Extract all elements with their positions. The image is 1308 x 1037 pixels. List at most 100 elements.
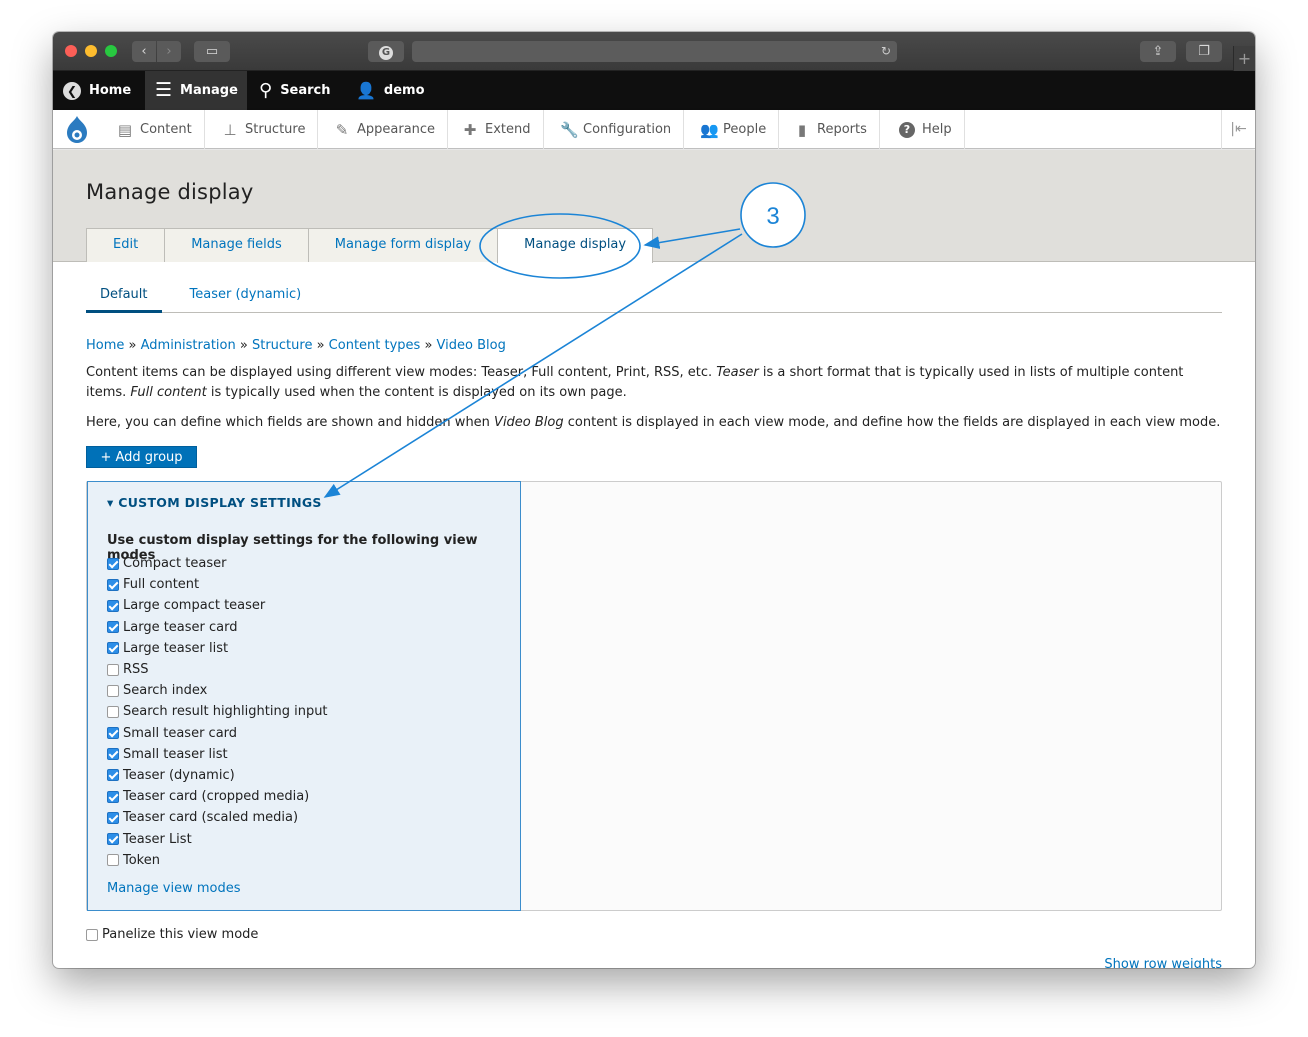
extension-button[interactable]: G	[368, 41, 404, 62]
tray-extend[interactable]: ✚ Extend	[450, 110, 544, 149]
list-item[interactable]: Teaser card (scaled media)	[107, 807, 328, 828]
chevron-left-icon: ‹	[141, 44, 147, 59]
checkbox[interactable]	[107, 642, 119, 655]
breadcrumb: Home » Administration » Structure » Cont…	[86, 338, 506, 353]
tray-appearance[interactable]: ✎ Appearance	[322, 110, 449, 149]
tray-structure[interactable]: ⊥ Structure	[210, 110, 319, 149]
show-row-weights-link[interactable]: Show row weights	[1104, 957, 1222, 968]
checkbox[interactable]	[107, 854, 119, 867]
checkbox[interactable]	[107, 557, 119, 570]
manage-view-modes-link[interactable]: Manage view modes	[107, 881, 240, 896]
tab-manage-fields[interactable]: Manage fields	[164, 228, 309, 262]
sidebar-icon: ▭	[205, 44, 219, 59]
wrench-icon: 🔧	[560, 120, 579, 139]
collapse-left-icon: |⇤	[1230, 121, 1247, 137]
browser-chrome: ‹ › ▭ G ↻ ⇪ ❐ +	[53, 32, 1255, 71]
page-header: Manage display Edit Manage fields Manage…	[53, 150, 1255, 263]
tab-overview-button[interactable]: ❐	[1186, 41, 1222, 62]
add-group-button[interactable]: + Add group	[86, 446, 197, 468]
breadcrumb-video-blog[interactable]: Video Blog	[437, 338, 506, 353]
list-item[interactable]: Large teaser list	[107, 638, 328, 659]
tray-orientation-toggle[interactable]: |⇤	[1221, 110, 1255, 149]
toolbar-user-label: demo	[383, 83, 425, 98]
admin-tray: ▤ Content ⊥ Structure ✎ Appearance ✚ Ext…	[53, 110, 1255, 149]
toolbar-home[interactable]: ❮ Home	[53, 71, 141, 110]
admin-toolbar: ❮ Home ☰ Manage ⚲ Search 👤 demo	[53, 71, 1255, 110]
window-maximize-button[interactable]	[105, 45, 117, 57]
drupal-logo-icon[interactable]	[61, 114, 93, 146]
checkbox[interactable]	[107, 705, 119, 718]
toolbar-search-label: Search	[280, 83, 331, 98]
tray-configuration[interactable]: 🔧 Configuration	[548, 110, 685, 149]
address-bar[interactable]: ↻	[412, 41, 897, 62]
tray-help[interactable]: ? Help	[887, 110, 965, 149]
window-minimize-button[interactable]	[85, 45, 97, 57]
forward-button[interactable]: ›	[157, 41, 181, 62]
toolbar-home-label: Home	[89, 83, 132, 98]
list-item[interactable]: Search index	[107, 680, 328, 701]
new-tab-button[interactable]: +	[1233, 46, 1255, 71]
checkbox[interactable]	[107, 621, 119, 634]
tab-manage-display[interactable]: Manage display	[497, 228, 654, 263]
toolbar-search[interactable]: ⚲ Search	[249, 71, 341, 110]
back-button[interactable]: ‹	[132, 41, 156, 62]
bar-chart-icon: ▮	[797, 120, 807, 139]
list-item[interactable]: Teaser List	[107, 828, 328, 849]
checkbox[interactable]	[107, 811, 119, 824]
breadcrumb-administration[interactable]: Administration	[141, 338, 236, 353]
tab-manage-form-display[interactable]: Manage form display	[307, 228, 499, 262]
reload-icon[interactable]: ↻	[881, 41, 891, 62]
panelize-option[interactable]: Panelize this view mode	[86, 927, 258, 942]
breadcrumb-content-types[interactable]: Content types	[329, 338, 421, 353]
checkbox[interactable]	[107, 578, 119, 591]
list-item[interactable]: Large compact teaser	[107, 595, 328, 616]
list-item[interactable]: Small teaser list	[107, 744, 328, 765]
breadcrumb-structure[interactable]: Structure	[252, 338, 312, 353]
checkbox[interactable]	[107, 769, 119, 782]
tray-reports[interactable]: ▮ Reports	[782, 110, 880, 149]
tray-content[interactable]: ▤ Content	[105, 110, 205, 149]
people-icon: 👥	[700, 120, 719, 139]
share-button[interactable]: ⇪	[1140, 41, 1176, 62]
list-item[interactable]: Full content	[107, 574, 328, 595]
toolbar-user[interactable]: 👤 demo	[346, 71, 435, 110]
toolbar-manage[interactable]: ☰ Manage	[145, 71, 247, 110]
primary-tabs: Edit Manage fields Manage form display M…	[86, 228, 654, 263]
list-item[interactable]: Teaser (dynamic)	[107, 765, 328, 786]
list-item[interactable]: Search result highlighting input	[107, 701, 328, 722]
tab-edit[interactable]: Edit	[86, 228, 166, 262]
tray-people-label: People	[723, 122, 767, 137]
tab-teaser-dynamic[interactable]: Teaser (dynamic)	[177, 280, 315, 313]
custom-display-settings-toggle[interactable]: ▾ CUSTOM DISPLAY SETTINGS	[107, 495, 322, 510]
tray-appearance-label: Appearance	[357, 122, 436, 137]
panelize-checkbox[interactable]	[86, 928, 98, 941]
tray-people[interactable]: 👥 People	[688, 110, 780, 149]
breadcrumb-home[interactable]: Home	[86, 338, 124, 353]
tray-extend-label: Extend	[485, 122, 531, 137]
window-close-button[interactable]	[65, 45, 77, 57]
list-item[interactable]: Token	[107, 850, 328, 871]
sitemap-icon: ⊥	[223, 120, 237, 139]
page-title: Manage display	[86, 180, 254, 204]
list-item[interactable]: Compact teaser	[107, 553, 328, 574]
checkbox[interactable]	[107, 727, 119, 740]
checkbox[interactable]	[107, 833, 119, 846]
checkbox[interactable]	[107, 748, 119, 761]
tabs-icon: ❐	[1198, 44, 1210, 59]
list-item[interactable]: Large teaser card	[107, 617, 328, 638]
hamburger-icon: ☰	[155, 79, 173, 101]
list-item[interactable]: Teaser card (cropped media)	[107, 786, 328, 807]
tab-default[interactable]: Default	[86, 280, 162, 313]
help-icon: ?	[899, 121, 915, 138]
panelize-label: Panelize this view mode	[102, 927, 259, 942]
checkbox[interactable]	[107, 684, 119, 697]
checkbox[interactable]	[107, 790, 119, 803]
back-arrow-icon: ❮	[63, 81, 81, 100]
checkbox[interactable]	[107, 663, 119, 676]
checkbox[interactable]	[107, 599, 119, 612]
puzzle-icon: ✚	[463, 120, 477, 139]
custom-display-settings-panel: ▾ CUSTOM DISPLAY SETTINGS Use custom dis…	[87, 481, 521, 911]
list-item[interactable]: RSS	[107, 659, 328, 680]
list-item[interactable]: Small teaser card	[107, 723, 328, 744]
sidebar-toggle-button[interactable]: ▭	[194, 41, 230, 62]
